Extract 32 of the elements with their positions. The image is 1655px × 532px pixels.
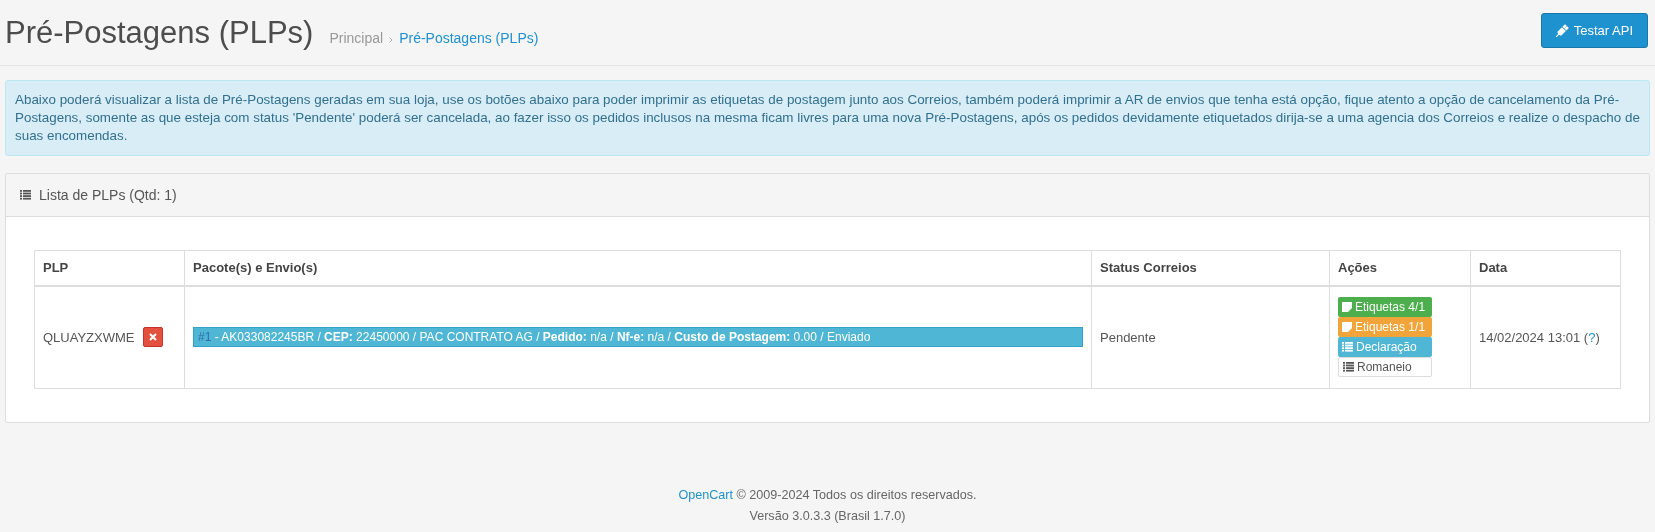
help-link[interactable]: ? [1588, 329, 1596, 345]
date-text: 14/02/2024 13:01 (?) [1479, 329, 1600, 345]
status-text: Pendente [1100, 329, 1156, 345]
list-icon [1343, 362, 1354, 373]
delete-button[interactable] [142, 327, 163, 348]
note-icon [1342, 302, 1352, 313]
plug-icon [1555, 24, 1569, 37]
page-title: Pré-Postagens (PLPs) [5, 14, 314, 51]
column-header: Ações [1329, 250, 1471, 286]
column-header: Pacote(s) e Envio(s) [184, 250, 1092, 286]
column-header: Data [1470, 250, 1621, 286]
action-button[interactable]: Etiquetas 1/1 [1338, 317, 1432, 338]
panel-title: Lista de PLPs (Qtd: 1) [39, 187, 177, 203]
list-icon [1342, 342, 1353, 353]
opencart-link[interactable]: OpenCart [678, 488, 733, 502]
note-icon [1342, 322, 1352, 333]
chevron-icon [389, 36, 394, 43]
info-alert: Abaixo poderá visualizar a lista de Pré-Postagens geradas em sua loja, use os botões abaixo para poder imprimir as etiquetas de postagem junto aos Correios, também poderá imprimir a AR de envios que tenha está opção, fique atento a opção de cancelamento da Pré-Postagens, somente as que esteja com status 'Pendente' poderá ser cancelada, ao fazer isso os pedidos inclusos na mesma ficam livres para uma nova Pré-Postagens, após os pedidos devidamente etiquetados dirija-se a uma agencia dos Correios e realize o despacho de suas encomendas. [5, 80, 1650, 156]
column-header: PLP [34, 250, 185, 286]
version-text: Versão 3.0.3.3 (Brasil 1.7.0) [748, 508, 907, 525]
action-button[interactable]: Romaneio [1338, 357, 1432, 378]
breadcrumb-link[interactable]: Principal [329, 29, 384, 46]
copyright-text: OpenCart © 2009-2024 Todos os direitos reservados. [677, 487, 978, 504]
action-button[interactable]: Etiquetas 4/1 [1338, 297, 1432, 318]
column-header: Status Correios [1091, 250, 1330, 286]
action-button[interactable]: Declaração [1338, 337, 1432, 358]
close-icon [148, 333, 157, 342]
list-icon [20, 190, 31, 200]
breadcrumb-link[interactable]: Pré-Postagens (PLPs) [399, 29, 539, 46]
shipment-label: #1 - AK033082245BR / CEP: 22450000 / PAC CONTRATO AG / Pedido: n/a / Nf-e: n/a / Custo de Postagem: 0.00 / Enviado [193, 327, 1083, 348]
plp-code: QLUAYZXWME [43, 329, 135, 345]
test-api-button[interactable]: Testar API [1540, 13, 1648, 48]
